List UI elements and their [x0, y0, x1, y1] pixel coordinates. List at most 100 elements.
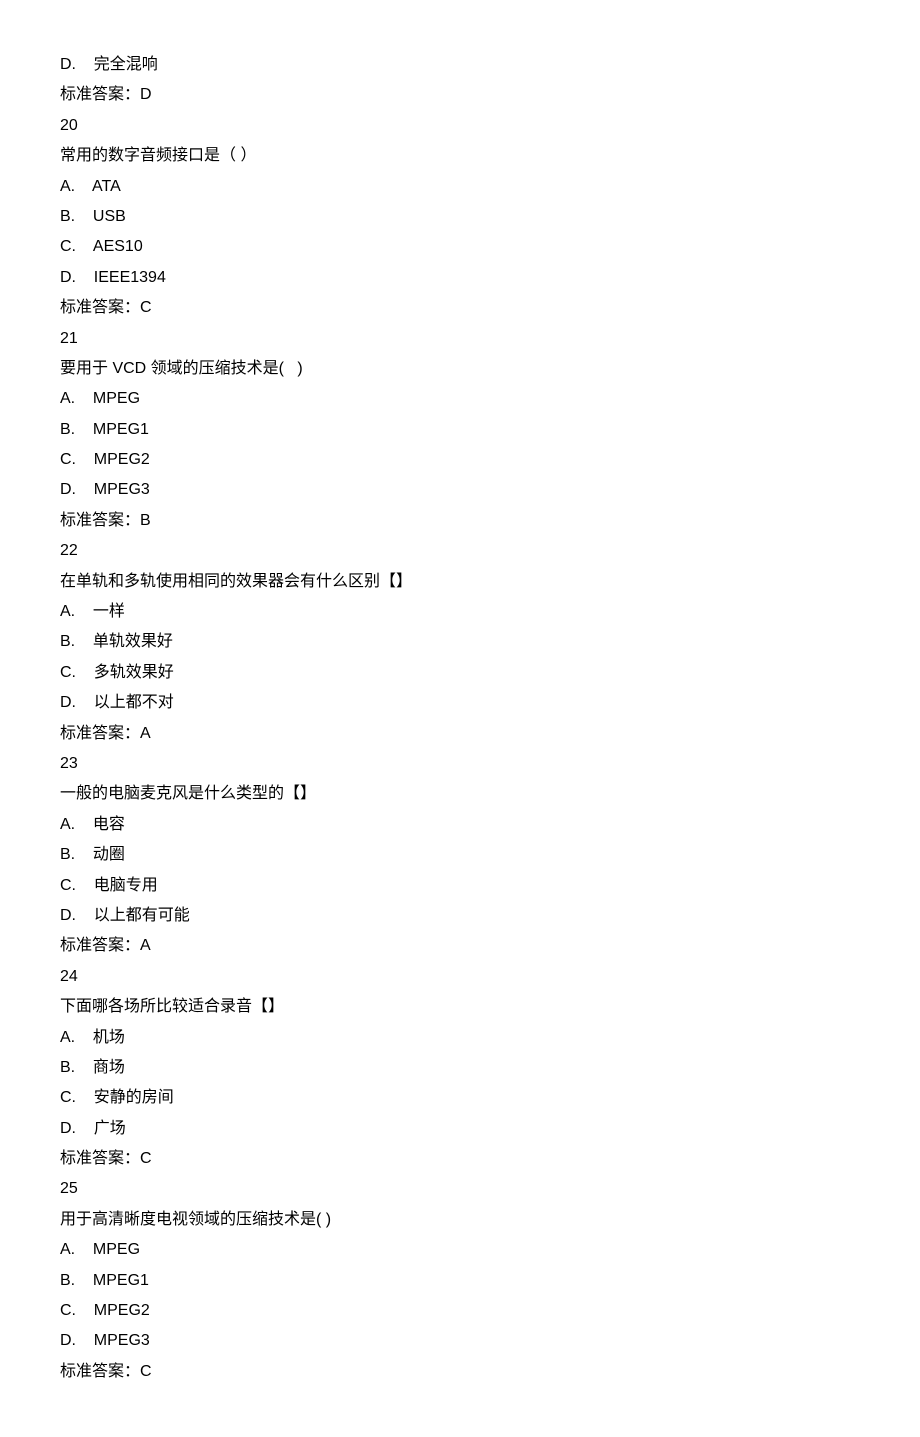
option-text: 完全混响 [94, 56, 158, 73]
option-text: MPEG3 [94, 1332, 150, 1349]
option-text: MPEG2 [94, 1302, 150, 1319]
question-stem: 常用的数字音频接口是（ ） [60, 141, 860, 171]
answer-label: 标准答案： [60, 725, 140, 742]
option-line: D. MPEG3 [60, 475, 860, 505]
question-number: 22 [60, 536, 860, 566]
option-letter: D. [60, 56, 76, 73]
document-body: D. 完全混响标准答案：D20常用的数字音频接口是（ ）A. ATAB. USB… [60, 50, 860, 1387]
option-text: MPEG [93, 1241, 140, 1258]
option-text: 动圈 [93, 846, 125, 863]
question-number: 20 [60, 111, 860, 141]
option-line: B. 商场 [60, 1053, 860, 1083]
answer-line: 标准答案：C [60, 1144, 860, 1174]
option-letter: C. [60, 877, 76, 894]
answer-label: 标准答案： [60, 1150, 140, 1167]
answer-line: 标准答案：D [60, 80, 860, 110]
answer-label: 标准答案： [60, 512, 140, 529]
answer-line: 标准答案：A [60, 931, 860, 961]
option-letter: A. [60, 178, 75, 195]
option-line: B. 动圈 [60, 840, 860, 870]
option-letter: C. [60, 451, 76, 468]
answer-value: A [140, 937, 151, 954]
option-line: C. 多轨效果好 [60, 658, 860, 688]
option-letter: D. [60, 1332, 76, 1349]
answer-label: 标准答案： [60, 1363, 140, 1380]
option-line: C. MPEG2 [60, 445, 860, 475]
option-line: D. IEEE1394 [60, 263, 860, 293]
answer-value: D [140, 86, 152, 103]
option-letter: B. [60, 1059, 75, 1076]
option-text: IEEE1394 [94, 269, 166, 286]
option-text: 商场 [93, 1059, 125, 1076]
option-letter: A. [60, 1029, 75, 1046]
option-line: B. MPEG1 [60, 415, 860, 445]
option-text: 一样 [93, 603, 125, 620]
question-stem: 要用于 VCD 领域的压缩技术是( ) [60, 354, 860, 384]
option-text: 机场 [93, 1029, 125, 1046]
question-number: 25 [60, 1174, 860, 1204]
answer-value: C [140, 299, 152, 316]
option-letter: C. [60, 664, 76, 681]
option-line: C. 电脑专用 [60, 871, 860, 901]
option-line: A. 机场 [60, 1023, 860, 1053]
answer-value: C [140, 1150, 152, 1167]
option-text: ATA [92, 178, 121, 195]
option-text: MPEG3 [94, 481, 150, 498]
option-letter: A. [60, 603, 75, 620]
option-line: B. 单轨效果好 [60, 627, 860, 657]
question-stem: 一般的电脑麦克风是什么类型的【】 [60, 779, 860, 809]
answer-line: 标准答案：C [60, 1357, 860, 1387]
option-letter: C. [60, 1302, 76, 1319]
option-line: A. ATA [60, 172, 860, 202]
option-line: D. 广场 [60, 1114, 860, 1144]
answer-value: A [140, 725, 151, 742]
option-text: 单轨效果好 [93, 633, 173, 650]
option-letter: A. [60, 816, 75, 833]
option-letter: D. [60, 269, 76, 286]
option-letter: D. [60, 694, 76, 711]
option-letter: D. [60, 907, 76, 924]
answer-label: 标准答案： [60, 86, 140, 103]
option-letter: D. [60, 481, 76, 498]
option-text: AES10 [93, 238, 143, 255]
option-line: B. USB [60, 202, 860, 232]
answer-line: 标准答案：C [60, 293, 860, 323]
option-line: D. MPEG3 [60, 1326, 860, 1356]
option-letter: A. [60, 1241, 75, 1258]
option-text: MPEG2 [94, 451, 150, 468]
option-line: A. MPEG [60, 384, 860, 414]
answer-value: C [140, 1363, 152, 1380]
option-letter: C. [60, 1089, 76, 1106]
option-letter: B. [60, 208, 75, 225]
answer-value: B [140, 512, 151, 529]
option-text: 多轨效果好 [94, 664, 174, 681]
option-letter: B. [60, 421, 75, 438]
question-stem: 在单轨和多轨使用相同的效果器会有什么区别【】 [60, 567, 860, 597]
option-text: 以上都有可能 [94, 907, 190, 924]
option-letter: B. [60, 846, 75, 863]
option-text: 电容 [93, 816, 125, 833]
option-text: MPEG [93, 390, 140, 407]
option-line: A. MPEG [60, 1235, 860, 1265]
option-line: C. MPEG2 [60, 1296, 860, 1326]
option-line: A. 电容 [60, 810, 860, 840]
option-text: 电脑专用 [94, 877, 158, 894]
option-line: A. 一样 [60, 597, 860, 627]
option-line: B. MPEG1 [60, 1266, 860, 1296]
option-text: 安静的房间 [94, 1089, 174, 1106]
option-line: D. 完全混响 [60, 50, 860, 80]
question-stem: 用于高清晰度电视领域的压缩技术是( ) [60, 1205, 860, 1235]
answer-label: 标准答案： [60, 937, 140, 954]
option-text: MPEG1 [93, 421, 149, 438]
option-letter: A. [60, 390, 75, 407]
option-letter: B. [60, 633, 75, 650]
option-line: D. 以上都有可能 [60, 901, 860, 931]
option-text: 广场 [94, 1120, 126, 1137]
option-letter: D. [60, 1120, 76, 1137]
answer-line: 标准答案：B [60, 506, 860, 536]
option-text: MPEG1 [93, 1272, 149, 1289]
option-letter: C. [60, 238, 76, 255]
option-letter: B. [60, 1272, 75, 1289]
answer-line: 标准答案：A [60, 719, 860, 749]
option-line: D. 以上都不对 [60, 688, 860, 718]
